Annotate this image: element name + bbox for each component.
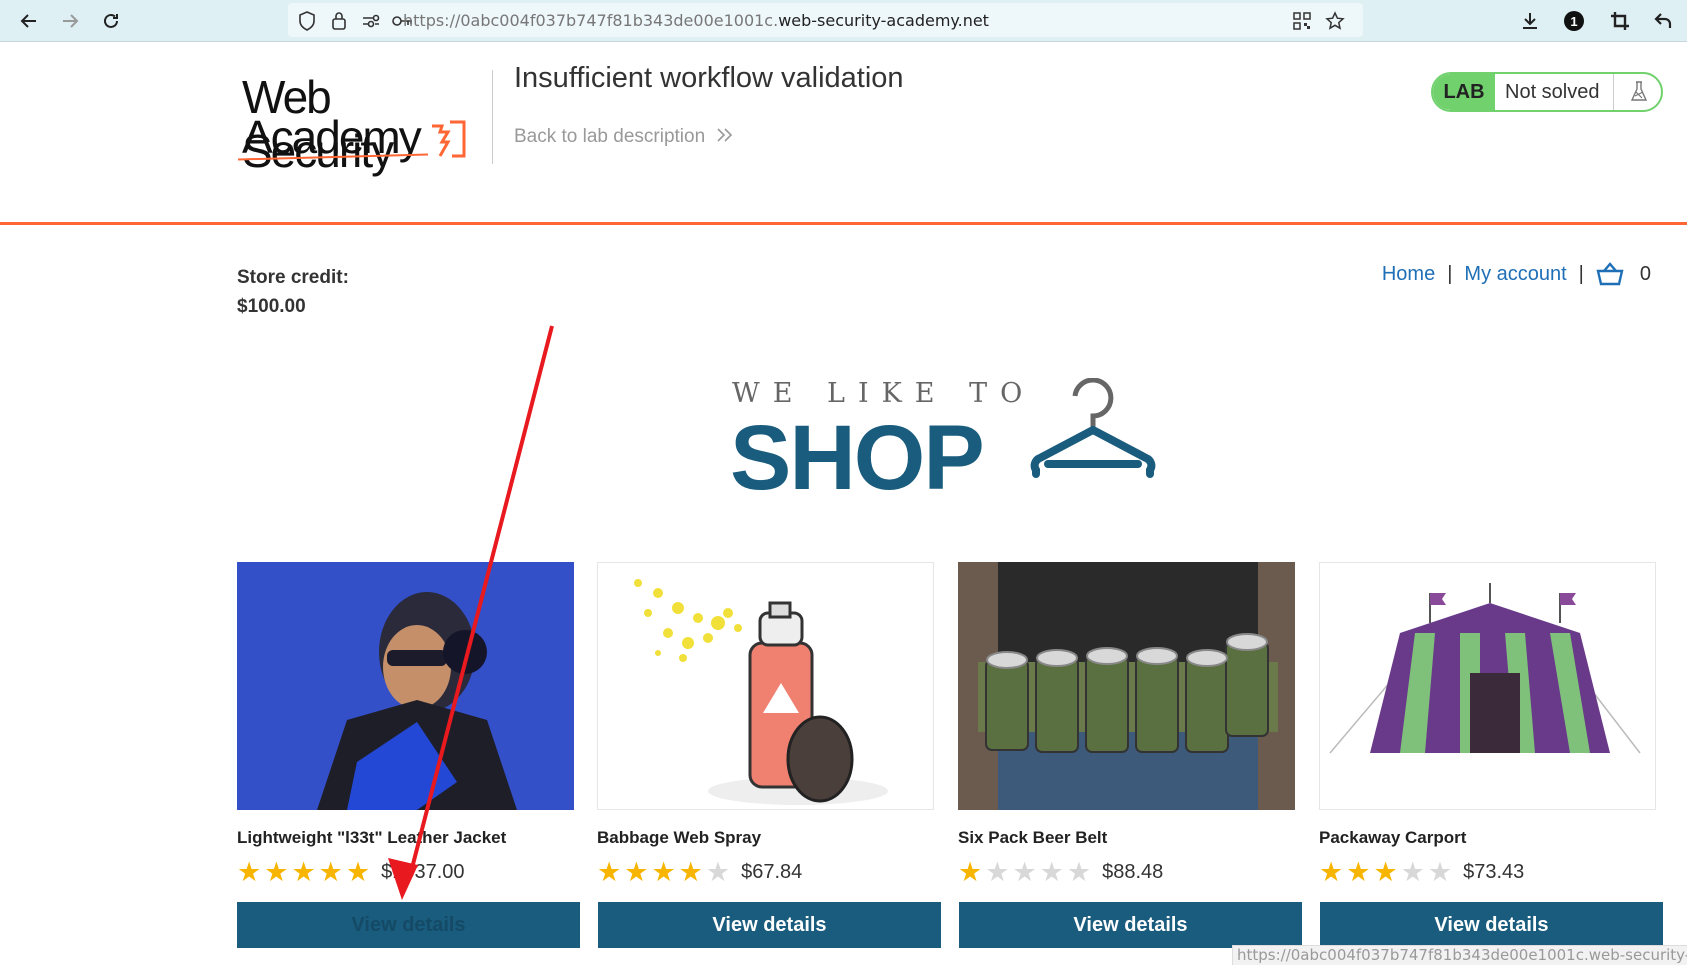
star-filled-icon: ★ (1373, 857, 1398, 887)
star-empty-icon: ★ (1427, 857, 1453, 887)
view-details-button[interactable]: View details (598, 902, 941, 948)
view-details-button[interactable]: View details (959, 902, 1302, 948)
banner-tagline: WE LIKE TO (732, 378, 1036, 409)
product-card: Babbage Web Spray ★ ★ ★ ★ ★ $67.84 (597, 562, 934, 887)
product-image-packaway-carport[interactable] (1319, 562, 1656, 810)
banner-headline: SHOP (730, 407, 985, 509)
product-price: $88.48 (1102, 860, 1164, 883)
star-filled-icon: ★ (291, 857, 316, 887)
product-name: Six Pack Beer Belt (958, 828, 1108, 847)
star-empty-icon: ★ (1012, 857, 1037, 887)
lab-status-tag: LAB (1433, 74, 1495, 110)
undo-arrow-icon[interactable] (1648, 6, 1678, 36)
view-details-button[interactable]: View details (237, 902, 580, 948)
star-filled-icon: ★ (678, 857, 703, 887)
star-filled-icon: ★ (1346, 857, 1371, 887)
star-filled-icon: ★ (318, 857, 343, 887)
web-security-academy-logo[interactable]: Web Security Academy (240, 70, 490, 177)
star-empty-icon: ★ (985, 857, 1010, 887)
star-empty-icon: ★ (1400, 857, 1425, 887)
product-name: Packaway Carport (1319, 828, 1467, 847)
header-divider (492, 70, 493, 164)
nav-separator: | (1447, 262, 1453, 285)
url-text[interactable]: https://0abc004f037b747f81b343de00e1001c… (403, 11, 989, 30)
shield-icon[interactable] (296, 10, 318, 32)
product-card: Packaway Carport ★ ★ ★ ★ ★ $73.43 (1319, 562, 1656, 887)
browser-toolbar: https://0abc004f037b747f81b343de00e1001c… (0, 0, 1687, 42)
star-filled-icon: ★ (651, 857, 676, 887)
crop-icon[interactable] (1605, 6, 1635, 36)
star-filled-icon: ★ (264, 857, 289, 887)
home-link[interactable]: Home (1382, 263, 1435, 286)
flask-icon[interactable] (1613, 74, 1661, 110)
product-name: Babbage Web Spray (597, 828, 762, 847)
product-image-leather-jacket[interactable] (237, 562, 574, 810)
product-price: $67.84 (741, 860, 803, 883)
store-nav: Home | My account | 0 (1382, 262, 1651, 286)
forward-arrow-icon[interactable] (55, 6, 85, 36)
store-credit: Store credit: $100.00 (237, 263, 349, 321)
bookmark-star-icon[interactable] (1324, 10, 1346, 32)
back-link-label: Back to lab description (514, 126, 706, 147)
star-filled-icon: ★ (958, 857, 983, 887)
product-name: Lightweight "l33t" Leather Jacket (237, 828, 507, 847)
product-card: Six Pack Beer Belt ★ ★ ★ ★ ★ $88.48 (958, 562, 1295, 887)
product-rating: ★ ★ ★ ★ ★ $1337.00 (237, 857, 574, 887)
shop-banner: WE LIKE TO SHOP (730, 378, 1170, 509)
reload-icon[interactable] (96, 6, 126, 36)
product-price: $73.43 (1463, 860, 1525, 883)
star-filled-icon: ★ (1319, 857, 1344, 887)
product-price: $1337.00 (381, 860, 465, 883)
lab-header: Web Security Academy Insufficient workfl… (0, 42, 1687, 225)
star-filled-icon: ★ (237, 857, 262, 887)
back-arrow-icon[interactable] (14, 6, 44, 36)
lock-icon[interactable] (328, 10, 350, 32)
product-rating: ★ ★ ★ ★ ★ $73.43 (1319, 857, 1656, 887)
product-card: Lightweight "l33t" Leather Jacket ★ ★ ★ ★ ★ … (237, 562, 574, 887)
view-details-button[interactable]: View details (1320, 902, 1663, 948)
product-rating: ★ ★ ★ ★ ★ $88.48 (958, 857, 1295, 887)
store-credit-label: Store credit: (237, 267, 349, 288)
lab-status-widget[interactable]: LAB Not solved (1431, 72, 1663, 112)
cart-count: 0 (1639, 262, 1651, 285)
qr-code-icon[interactable] (1291, 10, 1313, 32)
clothes-hanger-icon (1030, 378, 1156, 478)
back-to-lab-description-link[interactable]: Back to lab description (514, 126, 734, 148)
extension-badge-count: 1 (1564, 11, 1584, 31)
cart-basket-icon (1596, 262, 1624, 286)
permissions-icon[interactable] (360, 10, 382, 32)
product-image-web-spray[interactable] (597, 562, 934, 810)
extension-badge-icon[interactable]: 1 (1559, 6, 1589, 36)
star-filled-icon: ★ (597, 857, 622, 887)
store-credit-value: $100.00 (237, 296, 306, 317)
lab-status-text: Not solved (1505, 81, 1600, 103)
product-image-beer-belt[interactable] (958, 562, 1295, 810)
download-icon[interactable] (1515, 6, 1545, 36)
star-empty-icon: ★ (1066, 857, 1092, 887)
lab-title: Insufficient workflow validation (514, 62, 904, 94)
cart-link[interactable]: 0 (1596, 262, 1651, 286)
nav-separator: | (1578, 262, 1584, 285)
double-chevron-right-icon (717, 128, 733, 142)
star-filled-icon: ★ (624, 857, 649, 887)
star-empty-icon: ★ (705, 857, 731, 887)
star-filled-icon: ★ (345, 857, 371, 887)
my-account-link[interactable]: My account (1464, 263, 1566, 286)
address-bar[interactable]: https://0abc004f037b747f81b343de00e1001c… (288, 3, 1363, 37)
link-status-bar: https://0abc004f037b747f81b343de00e1001c… (1232, 945, 1687, 965)
logo-bolt-icon (432, 120, 466, 158)
product-rating: ★ ★ ★ ★ ★ $67.84 (597, 857, 934, 887)
star-empty-icon: ★ (1039, 857, 1064, 887)
